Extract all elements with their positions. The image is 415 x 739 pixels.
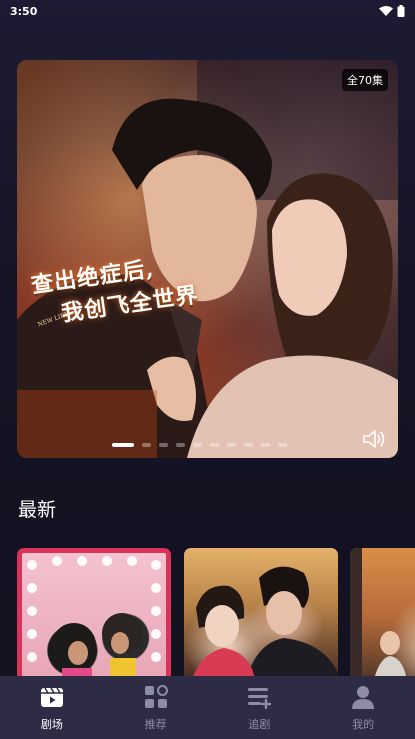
drama-poster-card[interactable] [17,548,171,688]
carousel-dot[interactable] [159,443,168,447]
nav-item-following[interactable]: 追剧 [208,684,311,732]
nav-label: 剧场 [40,718,63,731]
playlist-add-icon [248,688,272,710]
theater-icon [40,687,63,707]
wifi-icon [379,6,393,16]
episode-count-badge: 全70集 [342,69,388,91]
bottom-navigation: 剧场 推荐 追剧 我的 [0,676,415,739]
carousel-dot[interactable] [142,443,151,447]
status-icons [379,5,405,17]
nav-item-profile[interactable]: 我的 [312,684,415,732]
poster-image [27,556,161,683]
latest-drama-shelf[interactable] [17,548,415,688]
battery-icon [397,5,405,17]
carousel-dot[interactable] [278,443,287,447]
carousel-indicator [112,443,287,447]
nav-label: 我的 [352,718,375,731]
grid-icon [144,685,168,708]
nav-item-theater[interactable]: 剧场 [0,684,103,732]
nav-item-recommend[interactable]: 推荐 [104,684,207,732]
poster-image [189,566,338,688]
nav-label: 追剧 [248,718,271,731]
hero-banner[interactable]: 全70集 查出绝症后, 我创飞全世界 NEW LIFE [17,60,398,458]
carousel-dot[interactable] [210,443,219,447]
volume-icon[interactable] [362,428,388,450]
carousel-dot[interactable] [112,443,134,447]
drama-poster-card[interactable] [350,548,415,688]
status-bar: 3:50 [0,0,415,22]
nav-label: 推荐 [144,718,167,731]
drama-poster-card[interactable] [184,548,338,688]
carousel-dot[interactable] [176,443,185,447]
section-title-latest: 最新 [18,499,57,521]
poster-image [350,548,408,688]
person-icon [352,686,375,709]
carousel-dot[interactable] [193,443,202,447]
status-time: 3:50 [10,4,38,18]
carousel-dot[interactable] [244,443,253,447]
carousel-dot[interactable] [261,443,270,447]
carousel-dot[interactable] [227,443,236,447]
